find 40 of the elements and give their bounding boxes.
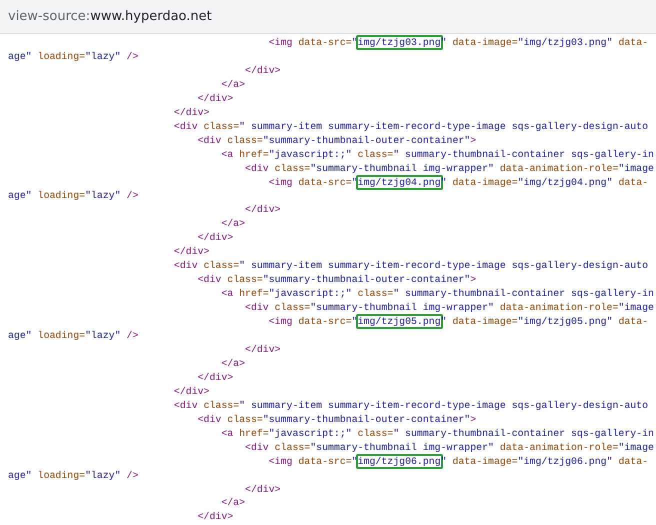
code-line: </div>	[172, 384, 210, 399]
code-line: <div class="summary-thumbnail img-wrapper" data-animation-role="image	[244, 162, 654, 176]
code-text: " data-image="img/tzjg03.png" data-	[440, 37, 648, 48]
code-line: age" loading="lazy" />	[8, 50, 138, 64]
code-line: </a>	[220, 496, 246, 510]
code-line: <div class=" summary-item summary-item-record-type-image sqs-gallery-design-auto	[172, 259, 648, 274]
code-line: </div>	[244, 203, 281, 218]
highlight-box: img/tzjg03.png	[356, 35, 443, 50]
code-line: </div>	[244, 342, 281, 357]
code-line: <a href="javascript:;" class=" summary-thumbnail-container sqs-gallery-in	[220, 287, 654, 302]
code-line: </a>	[220, 356, 246, 371]
code-line: </div>	[196, 92, 234, 106]
code-line: age" loading="lazy" />	[8, 468, 138, 482]
code-line: </div>	[244, 64, 281, 78]
code-line: </div>	[172, 245, 210, 260]
highlight-box: img/tzjg06.png	[356, 454, 443, 469]
highlight-box: img/tzjg04.png	[356, 174, 443, 190]
code-line: <a href="javascript:;" class=" summary-thumbnail-container sqs-gallery-in	[220, 426, 654, 441]
code-line: </div>	[196, 510, 234, 524]
code-line: </a>	[220, 217, 246, 232]
code-line: </div>	[196, 231, 234, 246]
code-line: <a href="javascript:;" class=" summary-thumbnail-container sqs-gallery-in	[220, 148, 654, 162]
code-line: </div>	[244, 482, 281, 496]
code-line: </div>	[196, 370, 234, 385]
code-line: age" loading="lazy" />	[8, 189, 138, 204]
code-text: " data-image="img/tzjg06.png" data-	[440, 456, 648, 467]
code-line: </div>	[172, 106, 210, 120]
code-line: <div class="summary-thumbnail-outer-container">	[196, 273, 476, 288]
code-line: <div class="summary-thumbnail-outer-container">	[196, 412, 476, 427]
highlight-box: img/tzjg05.png	[356, 314, 443, 330]
code-line: <div class="summary-thumbnail img-wrapper" data-animation-role="image	[244, 440, 654, 455]
code-line: <div class="summary-thumbnail img-wrapper" data-animation-role="image	[244, 301, 654, 316]
code-line: <div class="summary-thumbnail-outer-container">	[196, 134, 476, 148]
code-line: <div class=" summary-item summary-item-record-type-image sqs-gallery-design-auto	[172, 120, 648, 134]
address-bar[interactable]: view-source:www.hyperdao.net	[6, 7, 214, 26]
code-text: " data-image="img/tzjg05.png" data-	[440, 316, 648, 328]
code-line: age" loading="lazy" />	[8, 329, 138, 343]
code-text: " data-image="img/tzjg04.png" data-	[440, 176, 648, 188]
code-line: <div class=" summary-item summary-item-record-type-image sqs-gallery-design-auto	[172, 398, 648, 413]
code-line: </a>	[220, 78, 246, 92]
